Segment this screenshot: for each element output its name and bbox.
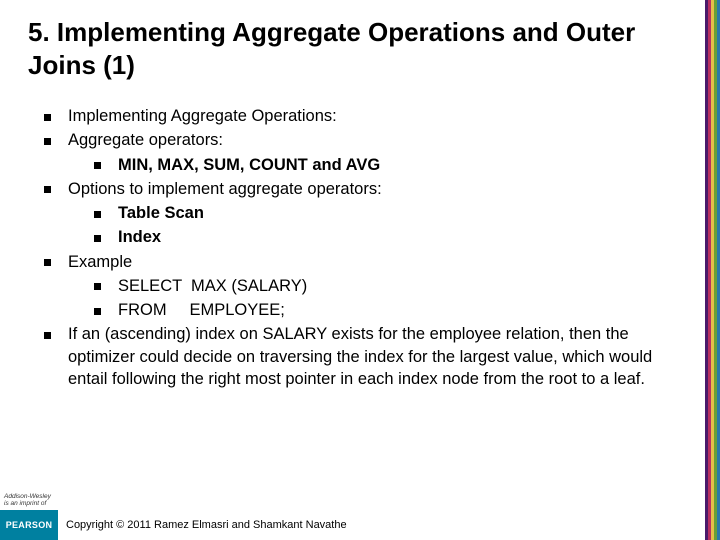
list-text: Index [118,228,161,246]
list-item: Index [94,226,684,248]
imprint-line: is an imprint of [4,501,51,508]
list-text: Options to implement aggregate operators… [68,180,382,198]
sublist: SELECT MAX (SALARY) FROM EMPLOYEE; [68,275,684,322]
list-text: FROM EMPLOYEE; [118,301,285,319]
sublist: MIN, MAX, SUM, COUNT and AVG [68,154,684,176]
list-item: Implementing Aggregate Operations: [44,105,684,127]
sublist: Table Scan Index [68,202,684,249]
copyright-text: Copyright © 2011 Ramez Elmasri and Shamk… [66,519,347,531]
slide-title: 5. Implementing Aggregate Operations and… [28,16,684,81]
list-text: If an (ascending) index on SALARY exists… [68,325,652,388]
list-item: Options to implement aggregate operators… [44,178,684,249]
list-text: Aggregate operators: [68,131,223,149]
list-text: Example [68,253,132,271]
list-item: MIN, MAX, SUM, COUNT and AVG [94,154,684,176]
list-item: SELECT MAX (SALARY) [94,275,684,297]
list-text: MIN, MAX, SUM, COUNT and AVG [118,156,380,174]
pearson-logo: PEARSON [0,510,58,540]
imprint-text: Addison-Wesley is an imprint of [4,494,51,508]
slide: 5. Implementing Aggregate Operations and… [0,0,720,540]
footer: PEARSON Copyright © 2011 Ramez Elmasri a… [0,510,720,540]
bullet-list: Implementing Aggregate Operations: Aggre… [28,105,684,390]
list-text: Implementing Aggregate Operations: [68,107,337,125]
decorative-stripe [705,0,720,540]
list-item: If an (ascending) index on SALARY exists… [44,323,684,390]
list-text: SELECT MAX (SALARY) [118,277,307,295]
list-item: Table Scan [94,202,684,224]
list-item: Aggregate operators: MIN, MAX, SUM, COUN… [44,129,684,176]
list-item: Example SELECT MAX (SALARY) FROM EMPLOYE… [44,251,684,322]
list-text: Table Scan [118,204,204,222]
slide-body: Implementing Aggregate Operations: Aggre… [28,105,684,390]
list-item: FROM EMPLOYEE; [94,299,684,321]
